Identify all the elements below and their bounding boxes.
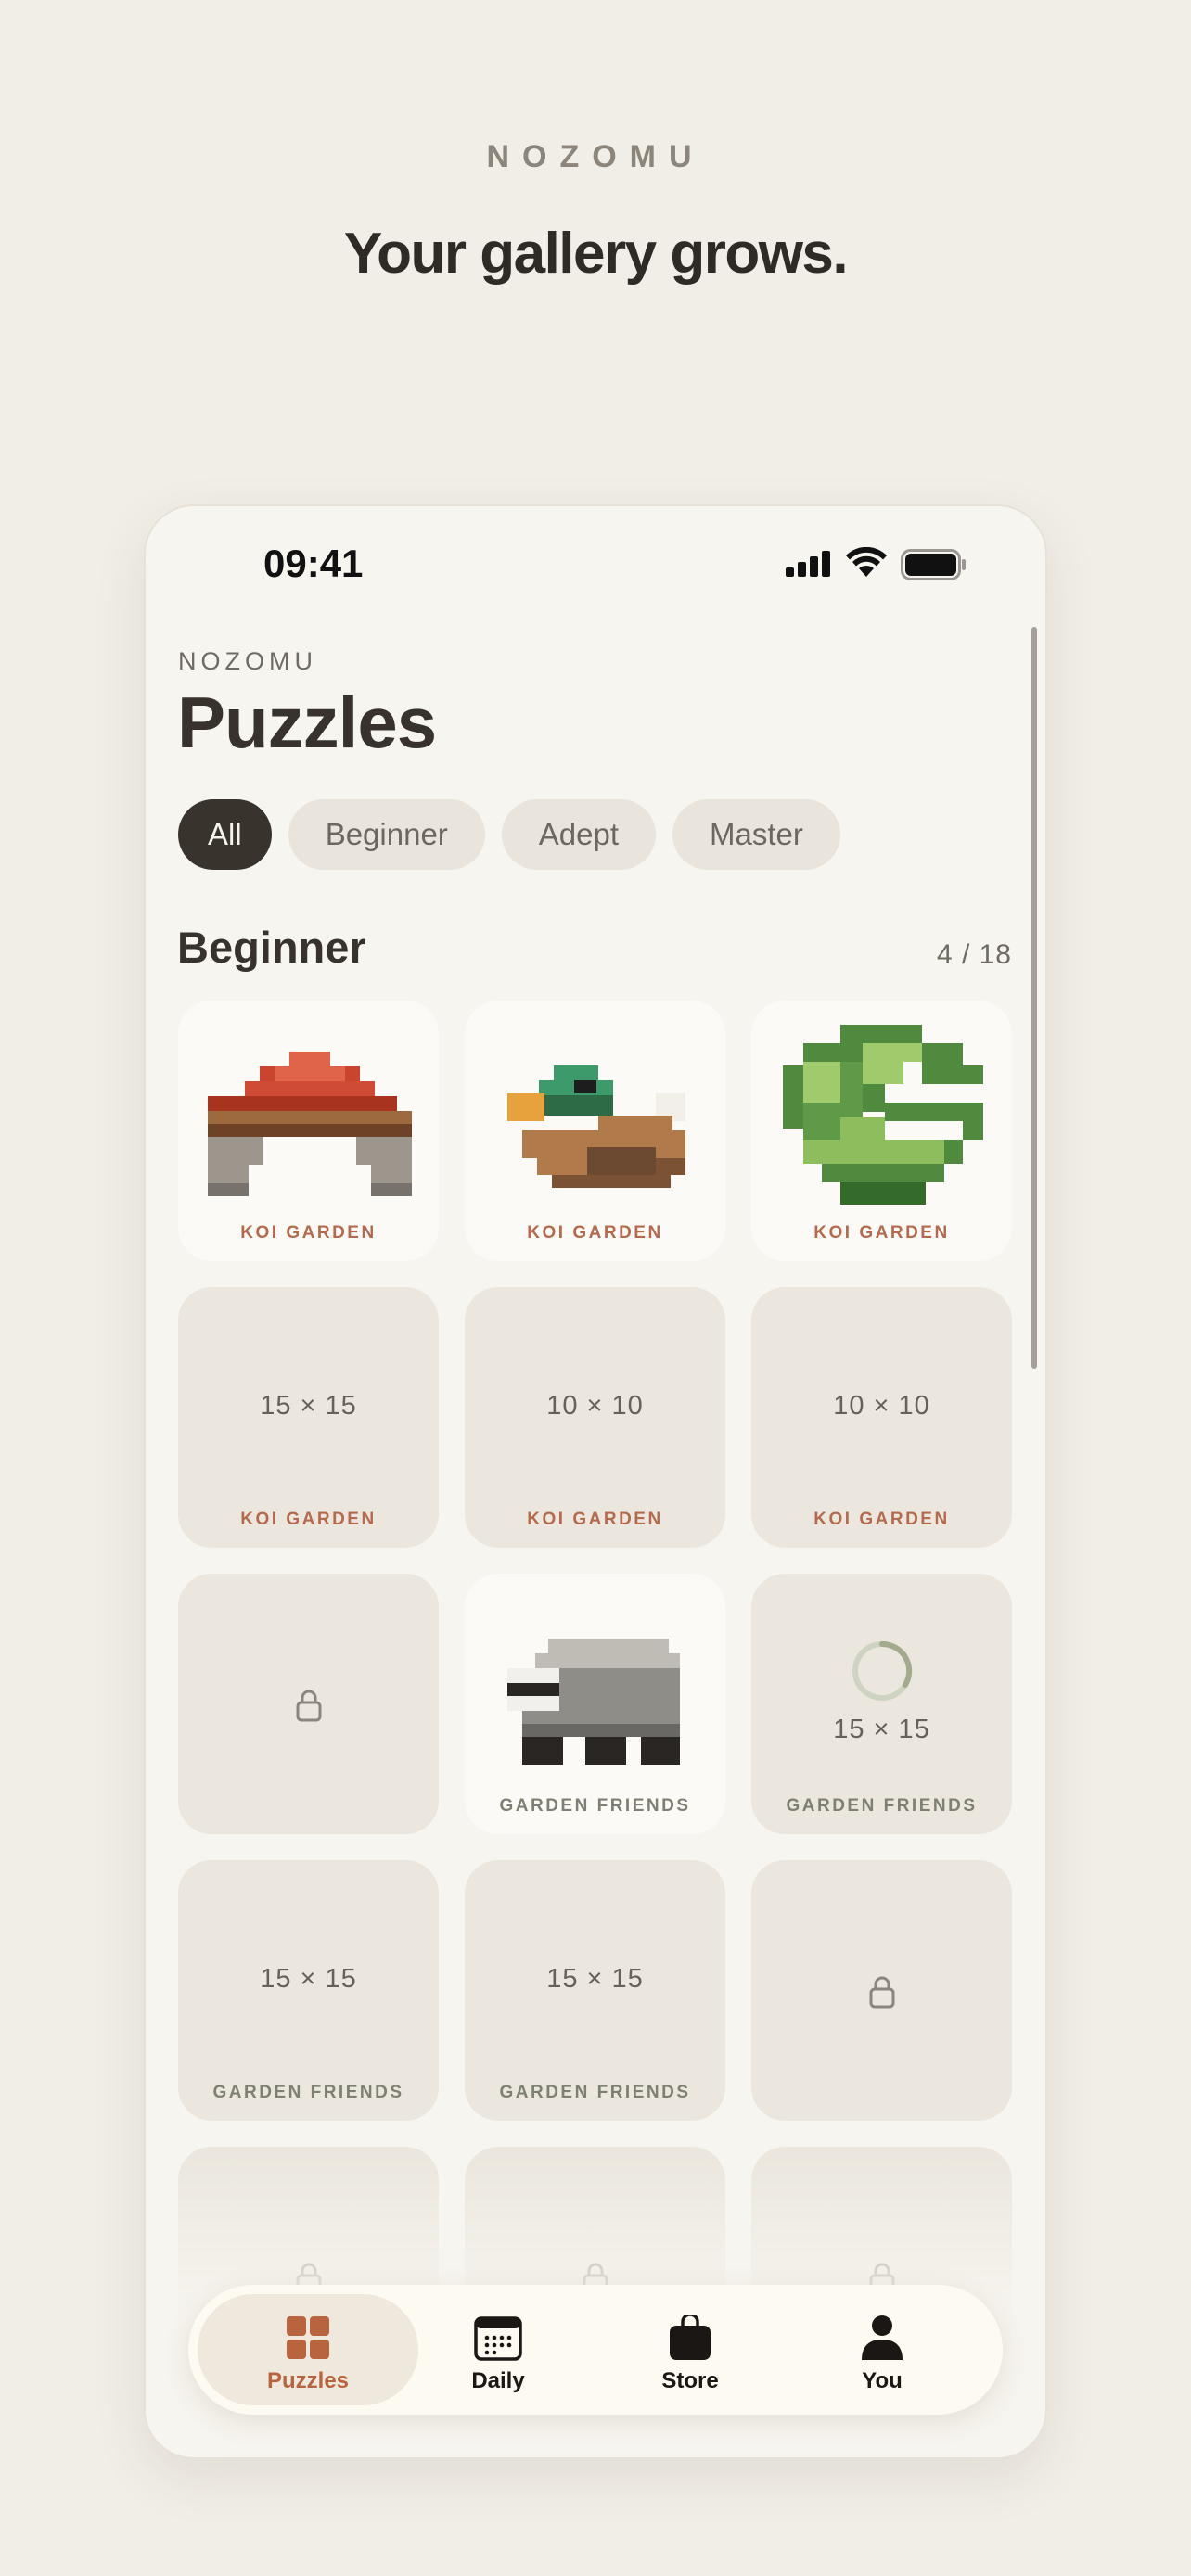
filter-chip-all[interactable]: All	[178, 799, 272, 870]
tile-collection-label: KOI GARDEN	[240, 1223, 377, 1243]
puzzle-tile[interactable]: GARDEN FRIENDS	[465, 1574, 725, 1834]
puzzle-tile[interactable]: 15 × 15 KOI GARDEN	[178, 1287, 439, 1548]
puzzle-tile[interactable]: 15 × 15 GARDEN FRIENDS	[465, 1860, 725, 2121]
tile-collection-label: KOI GARDEN	[240, 1510, 377, 1529]
filter-chip-master[interactable]: Master	[672, 799, 840, 870]
bridge-pixel-art	[208, 1052, 412, 1196]
puzzle-tile[interactable]: KOI GARDEN	[465, 1001, 725, 1261]
puzzle-tile[interactable]: 10 × 10 KOI GARDEN	[465, 1287, 725, 1548]
brand-wordmark: NOZOMU	[486, 139, 705, 174]
tile-collection-label: GARDEN FRIENDS	[786, 1796, 978, 1816]
calendar-icon	[474, 2316, 522, 2361]
tile-collection-label: KOI GARDEN	[527, 1510, 663, 1529]
difficulty-filter: All Beginner Adept Master	[178, 799, 840, 870]
tab-label: Store	[661, 2368, 719, 2393]
tile-grid-size: 10 × 10	[546, 1391, 644, 1421]
tab-label: You	[862, 2368, 903, 2393]
puzzle-grid: KOI GARDEN KOI GARDEN KOI GARDEN 15 × 15…	[178, 1001, 1012, 2407]
filter-chip-adept[interactable]: Adept	[501, 799, 657, 870]
puzzle-tile[interactable]: KOI GARDEN	[751, 1001, 1012, 1261]
tab-you[interactable]: You	[789, 2294, 975, 2405]
tab-label: Puzzles	[266, 2368, 350, 2393]
tile-collection-label: KOI GARDEN	[813, 1223, 950, 1243]
tile-collection-label: GARDEN FRIENDS	[499, 2083, 691, 2102]
tab-bar: Puzzles Daily Store You	[188, 2285, 1003, 2415]
tile-collection-label: GARDEN FRIENDS	[499, 1796, 691, 1816]
phone-frame: 09:41 NOZOMU Puzzles All Beginner Adept …	[146, 506, 1045, 2457]
tile-collection-label: GARDEN FRIENDS	[212, 2083, 404, 2102]
tile-collection-label: KOI GARDEN	[813, 1510, 950, 1529]
cellular-signal-icon	[786, 551, 830, 577]
puzzle-tile[interactable]: 15 × 15 GARDEN FRIENDS	[178, 1860, 439, 2121]
lock-icon	[869, 1976, 895, 2009]
person-icon	[862, 2315, 903, 2360]
tab-daily[interactable]: Daily	[405, 2294, 591, 2405]
grid-icon	[287, 2316, 329, 2359]
tile-grid-size: 15 × 15	[546, 1964, 644, 1994]
battery-icon	[901, 549, 966, 580]
lily-pad-pixel-art	[783, 1025, 983, 1205]
scrollbar[interactable]	[1031, 627, 1037, 1369]
puzzle-tile[interactable]: KOI GARDEN	[178, 1001, 439, 1261]
tile-grid-size: 15 × 15	[260, 1391, 357, 1421]
tile-grid-size: 15 × 15	[833, 1715, 930, 1744]
progress-ring-icon	[852, 1640, 913, 1701]
filter-chip-beginner[interactable]: Beginner	[288, 799, 485, 870]
tile-grid-size: 10 × 10	[833, 1391, 930, 1421]
badger-pixel-art	[507, 1639, 680, 1765]
puzzle-tile-in-progress[interactable]: 15 × 15 GARDEN FRIENDS	[751, 1574, 1012, 1834]
hero-headline: Your gallery grows.	[343, 222, 849, 286]
wifi-icon	[846, 547, 887, 577]
section-title: Beginner	[177, 923, 366, 972]
section-progress-count: 4 / 18	[936, 939, 1012, 970]
status-bar: 09:41	[146, 506, 1045, 627]
status-time: 09:41	[263, 542, 364, 585]
tab-store[interactable]: Store	[597, 2294, 783, 2405]
tab-label: Daily	[471, 2368, 525, 2393]
puzzle-tile[interactable]: 10 × 10 KOI GARDEN	[751, 1287, 1012, 1548]
tab-puzzles[interactable]: Puzzles	[198, 2294, 418, 2405]
app-label: NOZOMU	[178, 647, 317, 675]
tile-grid-size: 15 × 15	[260, 1964, 357, 1994]
duck-pixel-art	[507, 1065, 685, 1188]
bag-icon	[670, 2315, 711, 2360]
page-title: Puzzles	[177, 682, 437, 763]
lock-icon	[296, 1690, 322, 1722]
puzzle-tile-locked[interactable]	[178, 1574, 439, 1834]
puzzle-tile-locked[interactable]	[751, 1860, 1012, 2121]
tile-collection-label: KOI GARDEN	[527, 1223, 663, 1243]
